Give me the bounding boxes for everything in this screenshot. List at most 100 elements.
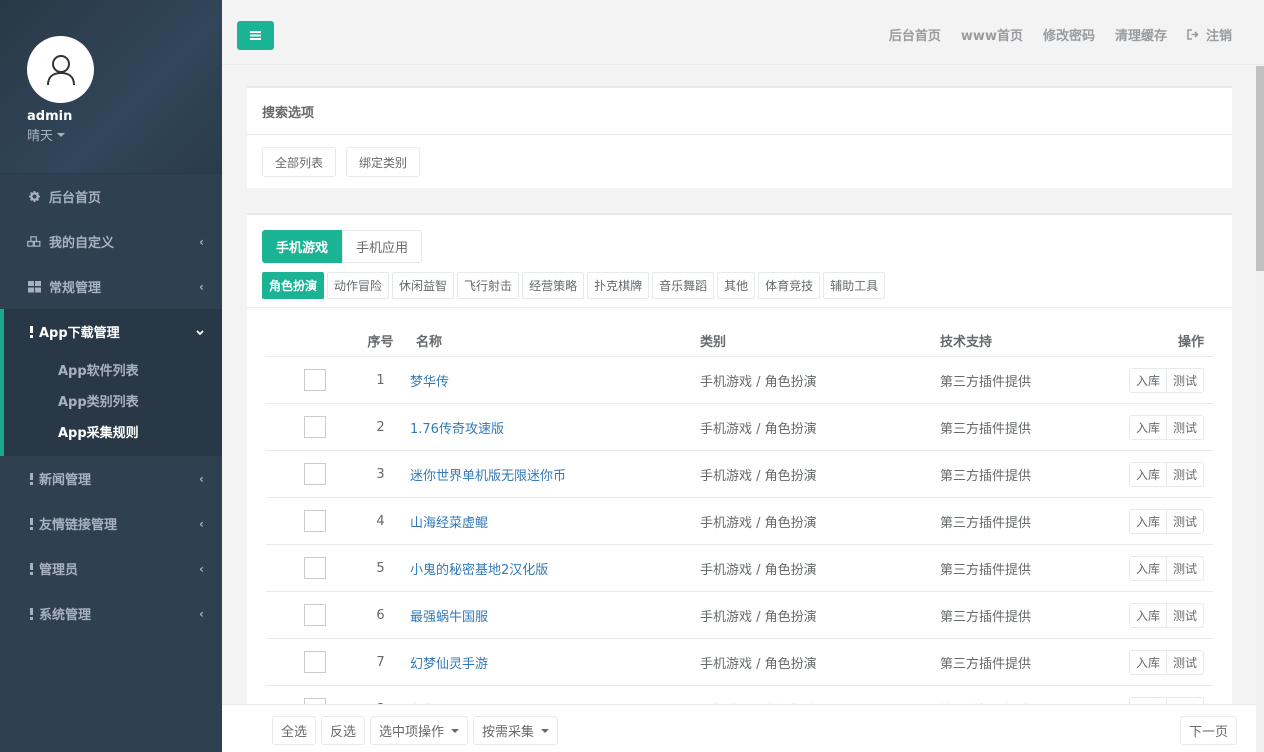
test-button[interactable]: 测试: [1166, 649, 1204, 675]
category-button[interactable]: 经营策略: [522, 272, 585, 299]
pagination: 下一页: [1179, 716, 1237, 745]
import-button[interactable]: 入库: [1128, 649, 1167, 675]
import-button[interactable]: 入库: [1128, 555, 1167, 581]
row-name-link[interactable]: 最强蜗牛国服: [410, 606, 700, 625]
sidebar-item-news[interactable]: 新闻管理 ‹: [0, 456, 222, 501]
category-button[interactable]: 飞行射击: [457, 272, 520, 299]
tab-mobile-games[interactable]: 手机游戏: [262, 230, 343, 263]
test-button[interactable]: 测试: [1166, 602, 1204, 628]
toplink-clear-cache[interactable]: 清理缓存: [1115, 25, 1167, 44]
row-num: 1: [376, 372, 385, 388]
avatar[interactable]: [27, 36, 94, 103]
row-name-link[interactable]: 小鬼的秘密基地2汉化版: [410, 559, 700, 578]
category-button[interactable]: 辅助工具: [823, 272, 886, 299]
row-button-group: 入库测试: [1128, 414, 1204, 440]
sidebar-item-system[interactable]: 系统管理 ‹: [0, 591, 222, 636]
test-button[interactable]: 测试: [1166, 461, 1204, 487]
row-button-group: 入库测试: [1128, 367, 1204, 393]
import-button[interactable]: 入库: [1128, 461, 1167, 487]
row-checkbox[interactable]: [303, 416, 326, 438]
next-page-button[interactable]: 下一页: [1179, 716, 1237, 745]
import-button[interactable]: 入库: [1128, 602, 1167, 628]
category-button[interactable]: 音乐舞蹈: [652, 272, 715, 299]
menu-toggle-button[interactable]: [237, 21, 274, 50]
category-button[interactable]: 其他: [717, 272, 756, 299]
profile-status-dropdown[interactable]: 晴天: [27, 125, 222, 144]
header-name: 名称: [416, 335, 443, 350]
category-button[interactable]: 体育竞技: [758, 272, 821, 299]
row-tech: 第三方插件提供: [940, 374, 1032, 390]
row-checkbox[interactable]: [303, 604, 326, 626]
sidebar-item-custom[interactable]: 我的自定义 ‹: [0, 219, 222, 264]
all-list-button[interactable]: 全部列表: [262, 147, 337, 177]
row-checkbox[interactable]: [303, 651, 326, 673]
search-panel-title: 搜索选项: [247, 88, 1232, 135]
select-all-button[interactable]: 全选: [272, 716, 317, 745]
row-checkbox[interactable]: [303, 369, 326, 391]
scrollbar-thumb[interactable]: [1256, 66, 1264, 271]
sidebar: admin 晴天 后台首页 我的自定义 ‹ 常规管理 ‹ App下载管理 App…: [0, 0, 222, 752]
sidebar-subitem-app-list[interactable]: App软件列表: [4, 354, 222, 385]
row-num: 7: [376, 654, 385, 670]
top-links: 后台首页 www首页 修改密码 清理缓存 注销: [889, 25, 1232, 44]
row-ops: 入库测试: [1120, 555, 1213, 581]
category-button[interactable]: 角色扮演: [262, 272, 325, 299]
row-name-link[interactable]: 梦华传: [410, 371, 700, 390]
test-button[interactable]: 测试: [1166, 414, 1204, 440]
test-button[interactable]: 测试: [1166, 367, 1204, 393]
row-checkbox[interactable]: [303, 463, 326, 485]
toplink-logout[interactable]: 注销: [1187, 25, 1232, 44]
search-panel: 搜索选项 全部列表 绑定类别: [247, 86, 1232, 188]
row-name-link[interactable]: 迷你世界单机版无限迷你币: [410, 465, 700, 484]
toplink-change-password[interactable]: 修改密码: [1043, 25, 1095, 44]
row-num: 5: [376, 560, 385, 576]
sidebar-item-label: 友情链接管理: [39, 518, 118, 533]
sidebar-item-home[interactable]: 后台首页: [0, 174, 222, 219]
gear-icon: [27, 190, 41, 204]
import-button[interactable]: 入库: [1128, 414, 1167, 440]
row-category: 手机游戏 / 角色扮演: [700, 562, 817, 578]
test-button[interactable]: 测试: [1166, 555, 1204, 581]
invert-selection-button[interactable]: 反选: [321, 716, 366, 745]
hamburger-icon: [250, 31, 261, 40]
profile-status-label: 晴天: [27, 129, 54, 144]
selected-ops-dropdown[interactable]: 选中项操作: [370, 716, 469, 745]
toplink-admin-home[interactable]: 后台首页: [889, 25, 941, 44]
sidebar-item-label: 系统管理: [39, 608, 92, 623]
category-button[interactable]: 动作冒险: [327, 272, 390, 299]
row-name-link[interactable]: 幻梦仙灵手游: [410, 653, 700, 672]
row-category: 手机游戏 / 角色扮演: [700, 374, 817, 390]
type-tabs: 手机游戏 手机应用: [262, 230, 423, 263]
sidebar-nav: 后台首页 我的自定义 ‹ 常规管理 ‹ App下载管理 App软件列表 App类…: [0, 174, 222, 636]
table-row: 2 1.76传奇攻速版 手机游戏 / 角色扮演 第三方插件提供 入库 测试: [266, 404, 1213, 451]
row-name-link[interactable]: 1.76传奇攻速版: [410, 418, 700, 437]
sidebar-subitem-app-collect-rules[interactable]: App采集规则: [4, 416, 222, 447]
sidebar-item-app-download[interactable]: App下载管理: [4, 309, 222, 354]
tab-mobile-apps[interactable]: 手机应用: [342, 230, 423, 263]
category-button[interactable]: 扑克棋牌: [587, 272, 650, 299]
row-name-link[interactable]: 山海经菜虚鲲: [410, 512, 700, 531]
import-button[interactable]: 入库: [1128, 367, 1167, 393]
header-category: 类别: [700, 335, 727, 350]
table-row: 7 幻梦仙灵手游 手机游戏 / 角色扮演 第三方插件提供 入库 测试: [266, 639, 1213, 686]
bind-category-button[interactable]: 绑定类别: [346, 147, 421, 177]
profile-header: admin 晴天: [0, 0, 222, 174]
row-checkbox[interactable]: [303, 557, 326, 579]
chevron-left-icon: ‹: [199, 471, 204, 486]
collect-dropdown[interactable]: 按需采集: [473, 716, 559, 745]
category-filter: 角色扮演 动作冒险 休闲益智 飞行射击 经营策略 扑克棋牌 音乐舞蹈 其他 体育…: [262, 272, 886, 299]
test-button[interactable]: 测试: [1166, 508, 1204, 534]
sidebar-item-label: 新闻管理: [39, 473, 92, 488]
sidebar-item-admins[interactable]: 管理员 ‹: [0, 546, 222, 591]
row-num: 3: [376, 466, 385, 482]
sidebar-item-general[interactable]: 常规管理 ‹: [0, 264, 222, 309]
row-checkbox-cell: [266, 369, 351, 391]
toplink-www-home[interactable]: www首页: [961, 25, 1023, 44]
cubes-icon: [27, 235, 41, 249]
row-ops: 入库测试: [1120, 508, 1213, 534]
row-checkbox[interactable]: [303, 510, 326, 532]
sidebar-subitem-app-category-list[interactable]: App类别列表: [4, 385, 222, 416]
category-button[interactable]: 休闲益智: [392, 272, 455, 299]
sidebar-item-links[interactable]: 友情链接管理 ‹: [0, 501, 222, 546]
import-button[interactable]: 入库: [1128, 508, 1167, 534]
